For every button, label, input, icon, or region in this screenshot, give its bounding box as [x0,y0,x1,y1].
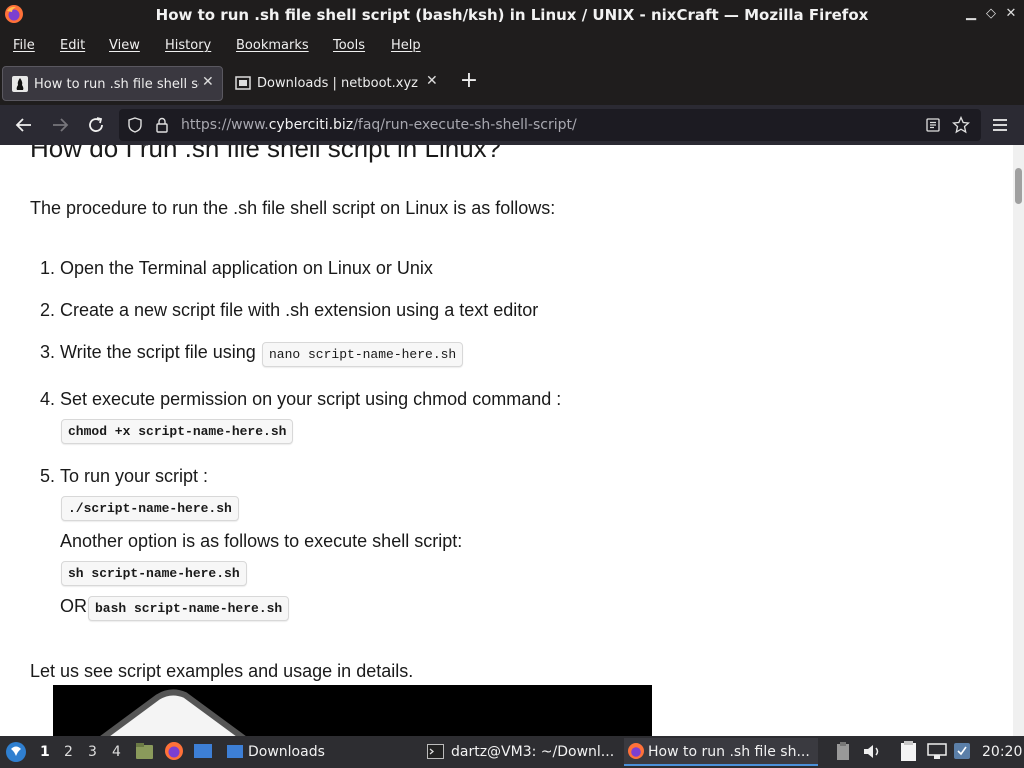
list-item: 1. Open the Terminal application on Linux… [40,258,433,279]
tab-active[interactable]: How to run .sh file shell script ✕ [2,66,223,101]
scrollbar-thumb[interactable] [1015,168,1022,204]
tab-label: Downloads | netboot.xyz [257,76,418,91]
code-sh: sh script-name-here.sh [61,561,247,586]
minimize-icon[interactable]: ▁ [962,5,980,23]
files-icon[interactable] [135,742,154,761]
page-scrollbar[interactable] [1013,145,1024,736]
list-item: 3. Write the script file using [40,342,256,363]
close-tab-icon[interactable]: ✕ [202,74,214,90]
task-label: How to run .sh file sh... [648,744,810,760]
firefox-launcher-icon[interactable] [164,741,184,761]
forward-icon[interactable] [48,113,72,137]
reader-view-icon[interactable] [925,117,941,133]
netboot-favicon-icon [235,76,251,90]
tab-bar: How to run .sh file shell script ✕ Downl… [0,61,1024,105]
menu-help[interactable]: Help [391,38,421,53]
firefox-icon [628,743,644,759]
workspace-3[interactable]: 3 [88,744,97,760]
menu-bar: File Edit View History Bookmarks Tools H… [0,30,1024,61]
list-number: 2. [40,300,56,320]
start-menu-icon[interactable] [5,741,27,763]
list-text: Write the script file using [60,342,256,362]
window-title: How to run .sh file shell script (bash/k… [155,6,869,24]
task-firefox[interactable]: How to run .sh file sh... [624,738,818,766]
task-terminal[interactable]: dartz@VM3: ~/Downl... [424,738,614,766]
video-thumbnail [100,689,246,736]
outro-paragraph: Let us see script examples and usage in … [30,661,414,681]
workspace-2[interactable]: 2 [64,744,73,760]
url-text[interactable]: https://www.cyberciti.biz/faq/run-execut… [181,117,577,133]
maximize-icon[interactable]: ◇ [982,5,1000,23]
close-tab-icon[interactable]: ✕ [426,73,438,89]
menu-history[interactable]: History [165,38,211,53]
update-notifier-icon[interactable] [953,742,971,760]
another-option-text: Another option is as follows to execute … [60,531,463,551]
list-number: 1. [40,258,56,278]
title-bar: How to run .sh file shell script (bash/k… [0,0,1024,30]
list-item: 2. Create a new script file with .sh exte… [40,300,538,321]
reload-icon[interactable] [84,113,108,137]
menu-view[interactable]: View [109,38,140,53]
url-prefix: https://www. [181,117,269,133]
intro-paragraph: The procedure to run the .sh file shell … [30,198,556,218]
workspace-4[interactable]: 4 [112,744,121,760]
shield-icon[interactable] [127,117,143,133]
code-chmod: chmod +x script-name-here.sh [61,419,294,444]
list-number: 3. [40,342,56,362]
list-number: 5. [40,466,56,486]
close-window-icon[interactable]: ✕ [1002,5,1020,23]
hamburger-menu-icon[interactable] [988,113,1012,137]
nixcraft-favicon-icon [12,76,28,92]
list-item: 4. Set execute permission on your script … [40,389,561,410]
workspace-1[interactable]: 1 [40,744,50,760]
code-bash: bash script-name-here.sh [88,596,290,621]
menu-file[interactable]: File [13,38,35,53]
list-number: 4. [40,389,56,409]
menu-tools[interactable]: Tools [333,38,365,53]
tab-downloads[interactable]: Downloads | netboot.xyz ✕ [226,66,448,101]
article-heading: How do I run .sh file shell script in Li… [30,145,502,163]
volume-icon[interactable] [862,742,882,761]
task-label: Downloads [248,744,325,760]
list-text: To run your script : [60,466,209,486]
code-nano: nano script-name-here.sh [262,342,464,367]
menu-edit[interactable]: Edit [60,38,85,53]
clipboard-manager-icon[interactable] [836,742,850,761]
tab-label: How to run .sh file shell script [34,77,199,92]
list-text: Open the Terminal application on Linux o… [60,258,433,278]
url-domain: cyberciti.biz [268,117,354,133]
network-icon[interactable] [927,743,947,760]
task-label: dartz@VM3: ~/Downl... [451,744,614,760]
bookmark-star-icon[interactable] [952,116,970,134]
desktop-icon[interactable] [193,742,213,760]
new-tab-button[interactable]: + [458,70,480,96]
lock-icon[interactable] [155,117,169,133]
folder-icon [227,745,243,758]
list-text: Create a new script file with .sh extens… [60,300,539,320]
back-icon[interactable] [12,113,36,137]
list-item: 5. To run your script : [40,466,208,487]
clock: 20:20 [982,744,1023,760]
url-path: /faq/run-execute-sh-shell-script/ [353,117,577,133]
notes-icon[interactable] [899,741,919,762]
or-label: OR [60,596,87,616]
url-bar[interactable]: https://www.cyberciti.biz/faq/run-execut… [119,109,981,141]
code-run-script: ./script-name-here.sh [61,496,239,521]
taskbar: 1 2 3 4 Downloads dartz@VM3: ~/Downl... … [0,736,1024,768]
navigation-bar: https://www.cyberciti.biz/faq/run-execut… [0,105,1024,145]
menu-bookmarks[interactable]: Bookmarks [236,38,309,53]
terminal-icon [427,744,444,759]
task-downloads[interactable]: Downloads [224,738,412,766]
page-content: How do I run .sh file shell script in Li… [0,145,1013,736]
video-embed[interactable] [53,685,652,736]
list-text: Set execute permission on your script us… [60,389,562,409]
